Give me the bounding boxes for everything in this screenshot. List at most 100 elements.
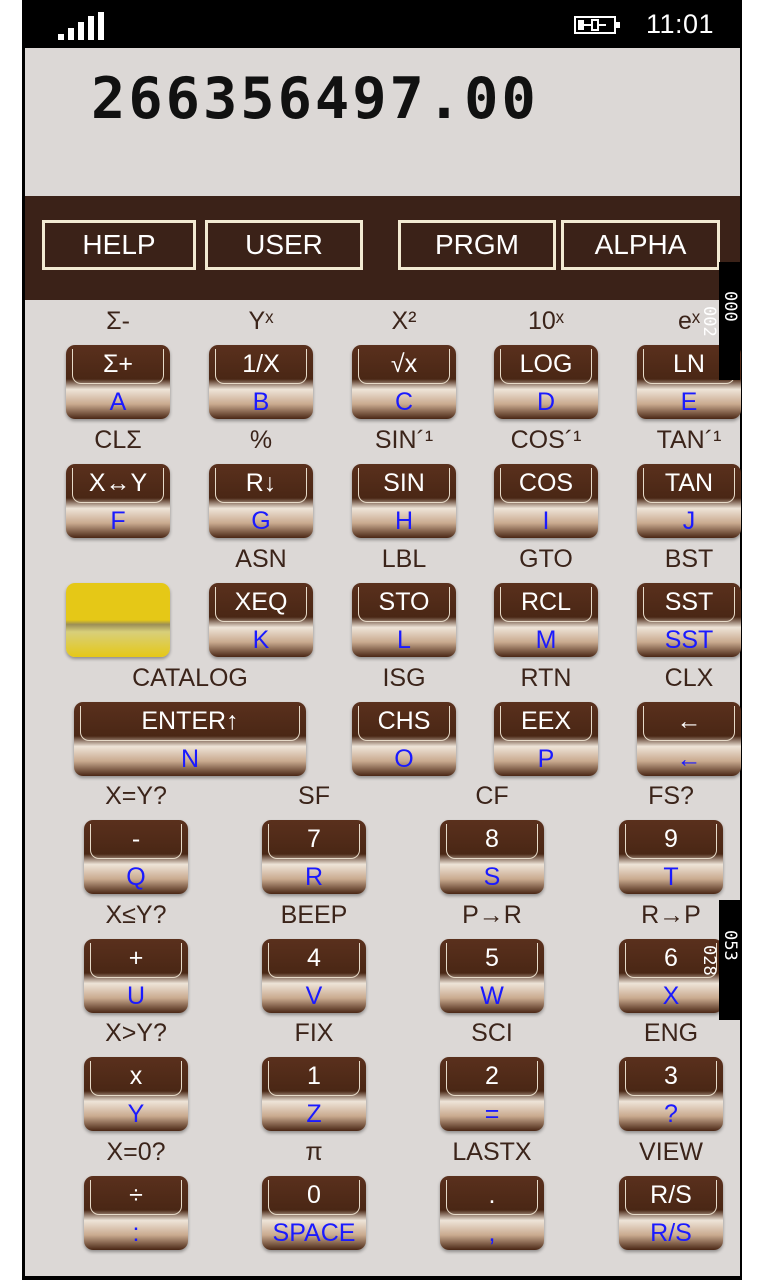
key-eex[interactable]: EEX P — [494, 702, 598, 776]
key-alpha-label: S — [483, 863, 501, 891]
shift-label: CLX — [664, 664, 714, 692]
key-label: CHS — [358, 706, 450, 741]
key-xeq[interactable]: XEQ K — [209, 583, 313, 657]
shift-label: CF — [475, 782, 509, 810]
key-sym[interactable]: ÷: — [84, 1176, 188, 1250]
help-button[interactable]: HELP — [42, 220, 196, 270]
key-label: LOG — [500, 349, 592, 384]
key-tan[interactable]: TAN J — [637, 464, 741, 538]
key-7[interactable]: 7R — [262, 820, 366, 894]
tag-value-d: 028 — [699, 944, 719, 976]
key-x[interactable]: √x C — [352, 345, 456, 419]
key-r[interactable]: R↓ G — [209, 464, 313, 538]
key-label: R/S — [625, 1180, 717, 1215]
key-log[interactable]: LOG D — [494, 345, 598, 419]
shift-label: ISG — [382, 664, 426, 692]
key-sym[interactable]: Σ+ A — [66, 345, 170, 419]
display-value: 266356497.00 — [91, 66, 539, 132]
key-label: . — [446, 1180, 538, 1215]
key-alpha-label: R — [304, 863, 324, 891]
key-label: COS — [500, 468, 592, 503]
shift-key[interactable] — [66, 583, 170, 657]
key-alpha-label: A — [109, 388, 127, 416]
key-2[interactable]: 2 = — [440, 1057, 544, 1131]
shift-label: LBL — [381, 545, 427, 573]
key-r-s[interactable]: R/S R/S — [619, 1176, 723, 1250]
alpha-button[interactable]: ALPHA — [561, 220, 720, 270]
key-sin[interactable]: SIN H — [352, 464, 456, 538]
key-4[interactable]: 4V — [262, 939, 366, 1013]
key-alpha-label: B — [252, 388, 270, 416]
key-5[interactable]: 5W — [440, 939, 544, 1013]
key-label: 7 — [268, 824, 360, 859]
key-alpha-label: H — [394, 507, 414, 535]
key-enter[interactable]: ENTER↑ N — [74, 702, 306, 776]
key-label: 1/X — [215, 349, 307, 384]
key-label: RCL — [500, 587, 592, 622]
key-cos[interactable]: COS I — [494, 464, 598, 538]
status-clock: 11:01 — [646, 9, 715, 39]
key-9[interactable]: 9T — [619, 820, 723, 894]
key-label: X↔Y — [72, 468, 164, 503]
shift-label: X≤Y? — [105, 901, 167, 929]
key-alpha-label: Y — [127, 1100, 145, 1128]
key-label: SST — [643, 587, 735, 622]
key-label: 4 — [268, 943, 360, 978]
shift-label: π — [305, 1138, 323, 1166]
key-chs[interactable]: CHS O — [352, 702, 456, 776]
key-1[interactable]: 1Z — [262, 1057, 366, 1131]
key-label: 3 — [625, 1061, 717, 1096]
key-label: Σ+ — [72, 349, 164, 384]
key-alpha-label: L — [397, 626, 411, 654]
key-label: √x — [358, 349, 450, 384]
key-0[interactable]: 0 SPACE — [262, 1176, 366, 1250]
shift-label: LASTX — [452, 1138, 532, 1166]
key-alpha-label: = — [484, 1100, 500, 1128]
prgm-button[interactable]: PRGM — [398, 220, 556, 270]
key-3[interactable]: 3? — [619, 1057, 723, 1131]
key-sst[interactable]: SST SST — [637, 583, 741, 657]
shift-label: X>Y? — [105, 1019, 167, 1047]
key-sto[interactable]: STO L — [352, 583, 456, 657]
phone-screen: 11:01 266356497.00 HELP USER PRGM ALPHA … — [22, 0, 742, 1280]
key-x-y[interactable]: X↔Y F — [66, 464, 170, 538]
key-alpha-label: T — [663, 863, 679, 891]
key-alpha-label: SST — [664, 626, 714, 654]
key-sym[interactable]: ., — [440, 1176, 544, 1250]
tag-value-c: 053 — [720, 929, 740, 961]
key-8[interactable]: 8S — [440, 820, 544, 894]
user-button[interactable]: USER — [205, 220, 363, 270]
shift-label: SCI — [471, 1019, 513, 1047]
program-counter-tag: 000 002 — [699, 262, 740, 380]
key-label: ÷ — [90, 1180, 182, 1215]
shift-label: CATALOG — [132, 664, 248, 692]
calculator-display: 266356497.00 — [25, 48, 740, 196]
key-label: 2 — [446, 1061, 538, 1096]
key-alpha-label: W — [480, 982, 504, 1010]
key-alpha-label: K — [252, 626, 270, 654]
register-counter-tag: 053 028 — [699, 900, 740, 1020]
shift-label: RTN — [520, 664, 572, 692]
key-alpha-label: , — [488, 1219, 496, 1247]
key-alpha-label: P — [537, 745, 555, 773]
key-sym[interactable]: + U — [84, 939, 188, 1013]
key-label: + — [90, 943, 182, 978]
key-rcl[interactable]: RCL M — [494, 583, 598, 657]
key-alpha-label: M — [535, 626, 557, 654]
shift-label: % — [249, 426, 273, 454]
key-x[interactable]: xY — [84, 1057, 188, 1131]
shift-label: 10ˣ — [527, 307, 564, 335]
key-alpha-label: E — [680, 388, 698, 416]
key-label: 8 — [446, 824, 538, 859]
key-label: x — [90, 1061, 182, 1096]
key-label: EEX — [500, 706, 592, 741]
shift-label: COS´¹ — [510, 426, 582, 454]
key-label: ENTER↑ — [80, 706, 300, 741]
shift-label: ENG — [643, 1019, 699, 1047]
key-1-x[interactable]: 1/X B — [209, 345, 313, 419]
key-alpha-label: N — [180, 745, 200, 773]
key-sym[interactable]: ← ← — [637, 702, 741, 776]
status-bar: 11:01 — [22, 0, 742, 48]
key-sym[interactable]: -Q — [84, 820, 188, 894]
signal-strength-icon — [58, 12, 104, 40]
